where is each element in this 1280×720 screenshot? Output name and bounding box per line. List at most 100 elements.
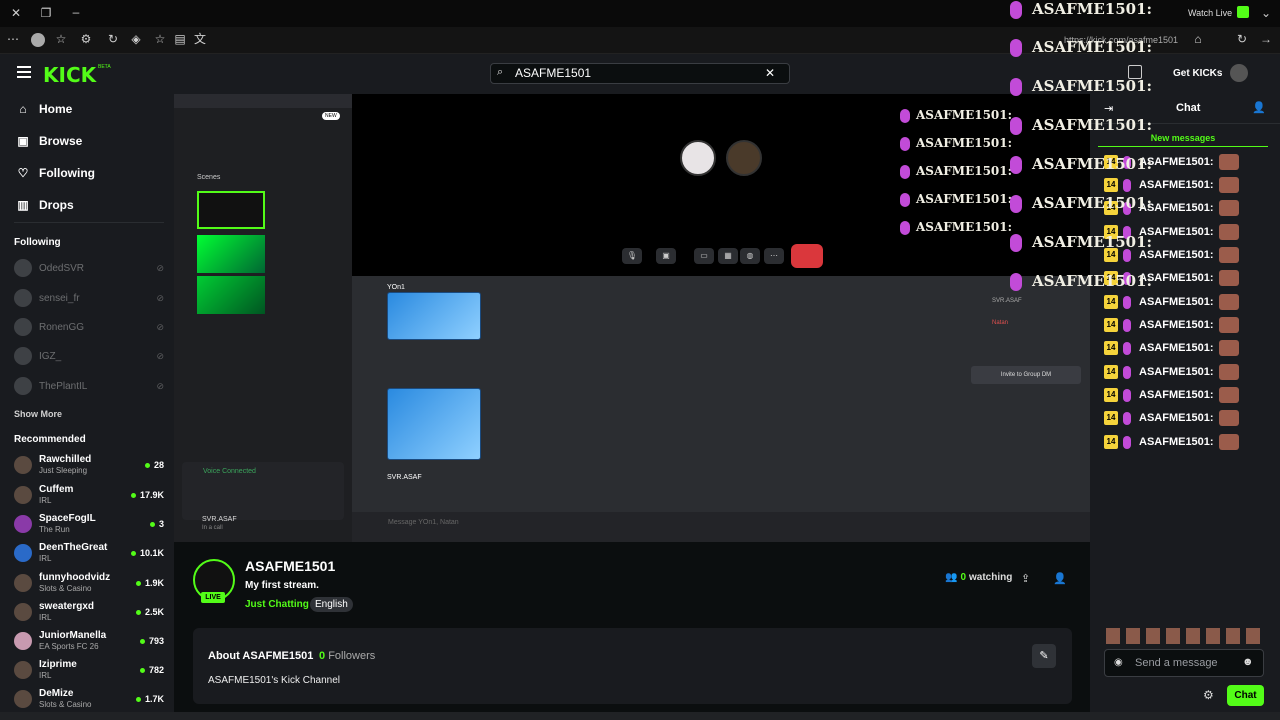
hang-up-button[interactable] <box>791 244 823 268</box>
channel-category: IRL <box>39 613 52 622</box>
search-input[interactable]: ASAFME1501 <box>490 63 790 84</box>
following-channel[interactable]: ThePlantIL ⊘ <box>14 376 164 396</box>
chat-identity-icon[interactable]: ◉ <box>1114 657 1123 668</box>
recommended-channel[interactable]: Cuffem IRL 17.9K <box>14 482 164 508</box>
following-channel[interactable]: IGZ_ ⊘ <box>14 346 164 366</box>
emote-image <box>1218 434 1239 450</box>
chat-message[interactable]: 14 ASAFME1501: <box>1104 410 1239 426</box>
close-window-icon[interactable]: ✕ <box>8 6 24 22</box>
watch-live-label[interactable]: Watch Live <box>1188 8 1232 18</box>
sidebar-item-home[interactable]: ⌂ Home <box>16 99 72 119</box>
obs-window: Scenes Voice Connected SVR.ASAF In a cal… <box>174 94 352 542</box>
kick-logo[interactable]: KICK <box>43 63 96 87</box>
edit-about-button[interactable]: ✎ <box>1032 644 1056 668</box>
sidebar-item-drops[interactable]: ▥ Drops <box>16 195 73 215</box>
screen-share-icon[interactable]: ▭ <box>694 248 714 264</box>
restore-window-icon[interactable]: ❐ <box>38 6 54 22</box>
channel-name: DeMize <box>39 688 74 699</box>
chat-username[interactable]: ASAFME1501: <box>1139 436 1214 448</box>
chat-username[interactable]: ASAFME1501: <box>1139 296 1214 308</box>
camera-icon[interactable]: ▣ <box>656 248 676 264</box>
hamburger-menu-icon[interactable] <box>17 66 31 78</box>
user-settings-icon[interactable]: 👤 <box>1053 572 1067 585</box>
extension-icon[interactable]: ⚙ <box>78 32 94 48</box>
star-icon[interactable]: ☆ <box>152 32 168 48</box>
minimize-window-icon[interactable]: – <box>68 5 84 21</box>
overlay-user: ASAFME1501: <box>1032 194 1153 212</box>
video-player[interactable]: Scenes Voice Connected SVR.ASAF In a cal… <box>174 94 1090 542</box>
emote-bar[interactable] <box>1106 628 1264 644</box>
sync-icon[interactable]: ↻ <box>105 32 121 48</box>
reader-icon[interactable]: ▤ <box>172 32 188 48</box>
user-avatar[interactable] <box>1230 64 1248 82</box>
chat-username[interactable]: ASAFME1501: <box>1139 179 1214 191</box>
chat-message[interactable]: 14 ASAFME1501: <box>1104 294 1239 310</box>
chat-message[interactable]: 14 ASAFME1501: <box>1104 317 1239 333</box>
following-channel[interactable]: OdedSVR ⊘ <box>14 258 164 278</box>
following-channel[interactable]: sensei_fr ⊘ <box>14 288 164 308</box>
mic-emote-icon <box>1123 341 1131 355</box>
profile-icon[interactable] <box>31 33 45 47</box>
chevron-down-icon[interactable]: ⌄ <box>1258 6 1274 22</box>
forward-icon[interactable]: → <box>1258 32 1274 48</box>
category-link[interactable]: Just Chatting <box>245 599 309 610</box>
get-kicks-button[interactable]: Get KICKs <box>1173 68 1222 79</box>
discord-message-author: YOn1 <box>387 284 405 291</box>
chat-message-input[interactable]: Send a message <box>1104 649 1264 677</box>
chat-username[interactable]: ASAFME1501: <box>1139 389 1214 401</box>
chat-username[interactable]: ASAFME1501: <box>1139 319 1214 331</box>
activities-icon[interactable]: ▦ <box>718 248 738 264</box>
scene-thumb[interactable] <box>197 235 265 273</box>
shield-icon[interactable]: ◈ <box>128 32 144 48</box>
live-badge: LIVE <box>201 592 225 603</box>
translate-icon[interactable]: 文 <box>192 32 208 48</box>
discord-message-bar <box>352 512 1090 542</box>
collapse-chat-icon[interactable]: ⇥ <box>1104 102 1113 115</box>
chat-username[interactable]: ASAFME1501: <box>1139 342 1214 354</box>
emoji-icon[interactable]: ☻ <box>1242 656 1254 668</box>
mic-icon[interactable]: 🎙 <box>622 248 642 264</box>
chat-message[interactable]: 14 ASAFME1501: <box>1104 434 1239 450</box>
share-icon[interactable]: ⇪ <box>1021 572 1030 585</box>
recommended-channel[interactable]: JuniorManella EA Sports FC 26 793 <box>14 628 164 654</box>
scene-thumb[interactable] <box>197 191 265 229</box>
invite-group-dm-button[interactable]: Invite to Group DM <box>971 366 1081 384</box>
favorites-icon[interactable]: ☆ <box>53 32 69 48</box>
language-tag[interactable]: English <box>310 597 353 612</box>
mic-emote-icon <box>1123 295 1131 309</box>
recommended-channel[interactable]: sweatergxd IRL 2.5K <box>14 599 164 625</box>
recommended-channel[interactable]: Iziprime IRL 782 <box>14 657 164 683</box>
sidebar-item-following[interactable]: ♡ Following <box>16 163 95 183</box>
more-icon[interactable]: ⋯ <box>764 248 784 264</box>
chat-message[interactable]: 14 ASAFME1501: <box>1104 387 1239 403</box>
chat-message[interactable]: 14 ASAFME1501: <box>1104 340 1239 356</box>
soundboard-icon[interactable]: ◍ <box>740 248 760 264</box>
emote-image <box>1218 317 1239 333</box>
recommended-channel[interactable]: Rawchilled Just Sleeping 28 <box>14 452 164 478</box>
chat-username[interactable]: ASAFME1501: <box>1139 412 1214 424</box>
recommended-channel[interactable]: DeenTheGreat IRL 10.1K <box>14 540 164 566</box>
chat-message[interactable]: 14 ASAFME1501: <box>1104 364 1239 380</box>
following-channel[interactable]: RonenGG ⊘ <box>14 317 164 337</box>
channel-name[interactable]: ASAFME1501 <box>245 558 335 574</box>
send-chat-button[interactable]: Chat <box>1227 685 1264 706</box>
chat-users-icon[interactable]: 👤 <box>1252 101 1266 114</box>
recommended-channel[interactable]: SpaceFogIL The Run 3 <box>14 511 164 537</box>
viewer-count: 782 <box>140 665 164 675</box>
home-browser-icon[interactable]: ⌂ <box>1190 32 1206 48</box>
chat-username[interactable]: ASAFME1501: <box>1139 366 1214 378</box>
mic-icon <box>1010 195 1022 213</box>
gear-icon[interactable]: ⚙ <box>1203 688 1214 702</box>
recommended-channel[interactable]: funnyhoodvidz Slots & Casino 1.9K <box>14 570 164 596</box>
chat-message[interactable]: 14 ASAFME1501: <box>1104 177 1239 193</box>
clear-search-icon[interactable]: ✕ <box>765 66 775 80</box>
show-more-link[interactable]: Show More <box>14 409 62 419</box>
discord-message-input[interactable]: Message YOn1, Natan <box>388 519 459 526</box>
scene-thumb[interactable] <box>197 276 265 314</box>
recommended-channel[interactable]: DeMize Slots & Casino 1.7K <box>14 686 164 712</box>
sidebar-item-browse[interactable]: ▣ Browse <box>16 131 82 151</box>
voice-connected-label: Voice Connected <box>203 468 256 475</box>
menu-dots-icon[interactable]: ⋯ <box>5 32 21 48</box>
reload-icon[interactable]: ↻ <box>1234 32 1250 48</box>
channel-category: Slots & Casino <box>39 584 92 593</box>
